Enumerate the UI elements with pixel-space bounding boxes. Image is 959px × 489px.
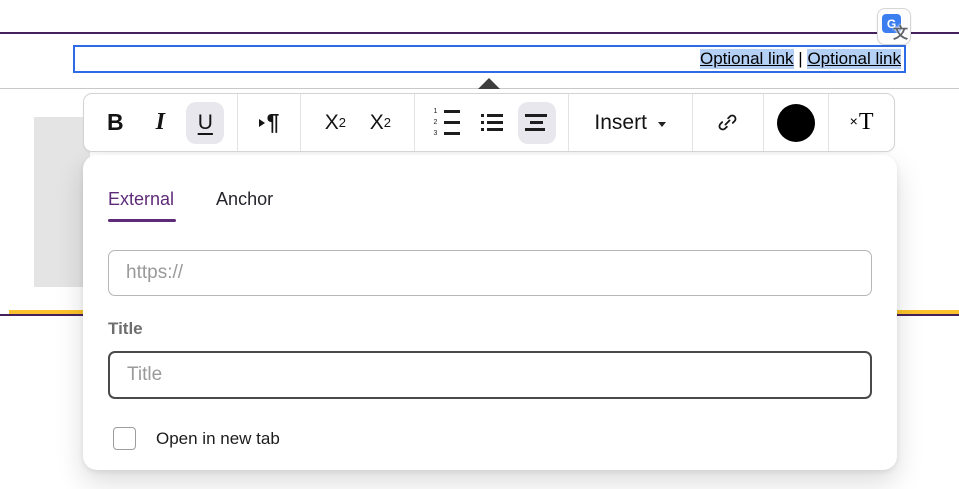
italic-button[interactable]: I [141, 102, 179, 144]
insert-dropdown[interactable]: Insert [594, 111, 666, 135]
optional-link-2[interactable]: Optional link [807, 49, 901, 69]
bold-button[interactable]: B [96, 102, 134, 144]
url-input[interactable] [108, 250, 872, 296]
page: G 文 Optional link | Optional link B I U … [0, 0, 959, 489]
pilcrow-icon: ¶ [267, 109, 280, 136]
ordered-list-button[interactable]: 1 2 3 [428, 102, 466, 144]
top-purple-rule [0, 32, 959, 34]
tab-external[interactable]: External [108, 189, 174, 222]
new-tab-row: Open in new tab [108, 427, 872, 450]
color-group [764, 94, 829, 151]
clear-group: × T [829, 94, 894, 151]
tab-anchor[interactable]: Anchor [216, 189, 273, 222]
content-placeholder-block [34, 117, 90, 287]
alignment-icon [525, 114, 549, 131]
toolbar-pointer-triangle [478, 78, 500, 89]
insert-label: Insert [594, 111, 647, 135]
title-label: Title [108, 319, 872, 339]
text-style-group: B I U [84, 94, 238, 151]
alignment-button[interactable] [518, 102, 556, 144]
list-align-group: 1 2 3 [415, 94, 569, 151]
formatting-toolbar: B I U ¶ X2 X2 1 2 3 [83, 93, 895, 152]
subscript-base: X [325, 111, 339, 135]
link-button[interactable] [709, 102, 747, 144]
superscript-mark: 2 [384, 115, 391, 130]
ordered-list-icon: 1 2 3 [434, 108, 460, 137]
clear-formatting-button[interactable]: × T [850, 109, 874, 136]
insert-group: Insert [569, 94, 693, 151]
new-tab-label: Open in new tab [156, 429, 280, 449]
link-dialog: External Anchor Title Open in new tab [83, 155, 897, 470]
script-group: X2 X2 [301, 94, 415, 151]
subscript-mark: 2 [339, 115, 346, 130]
new-tab-checkbox[interactable] [113, 427, 136, 450]
dialog-tabs: External Anchor [108, 189, 872, 222]
translate-language-icon: 文 [893, 26, 908, 41]
title-input[interactable] [108, 351, 872, 399]
text-color-swatch-button[interactable] [777, 104, 815, 142]
times-icon: × [850, 113, 858, 129]
unordered-list-button[interactable] [473, 102, 511, 144]
superscript-base: X [370, 111, 384, 135]
link-group [693, 94, 765, 151]
subscript-button[interactable]: X2 [316, 102, 354, 144]
selected-text-field[interactable]: Optional link | Optional link [73, 45, 906, 73]
google-translate-button[interactable]: G 文 [877, 8, 911, 45]
paragraph-direction-button[interactable]: ¶ [250, 102, 288, 144]
unordered-list-icon [481, 114, 503, 131]
link-separator: | [794, 49, 808, 69]
underline-button[interactable]: U [186, 102, 224, 144]
triangle-right-icon [259, 119, 265, 127]
link-icon [715, 110, 740, 135]
clear-t-glyph: T [859, 109, 874, 136]
optional-link-1[interactable]: Optional link [700, 49, 794, 69]
paragraph-group: ¶ [238, 94, 302, 151]
superscript-button[interactable]: X2 [361, 102, 399, 144]
chevron-down-icon [658, 122, 666, 127]
